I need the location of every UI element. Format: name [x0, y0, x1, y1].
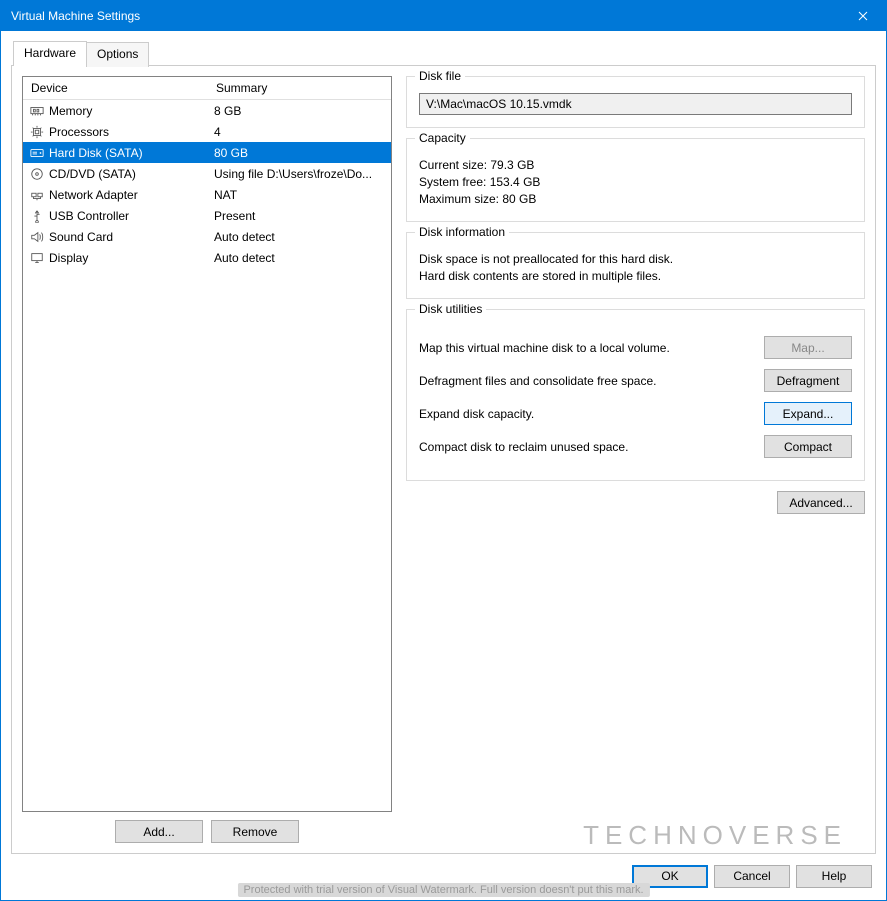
list-header: Device Summary — [23, 77, 391, 100]
vm-settings-window: Virtual Machine Settings Hardware Option… — [0, 0, 887, 901]
device-list[interactable]: Device Summary Memory8 GBProcessors4Hard… — [22, 76, 392, 812]
group-legend: Disk file — [415, 69, 465, 83]
device-row[interactable]: Network AdapterNAT — [23, 184, 391, 205]
titlebar: Virtual Machine Settings — [1, 1, 886, 31]
expand-button[interactable]: Expand... — [764, 402, 852, 425]
device-row[interactable]: Processors4 — [23, 121, 391, 142]
tab-options[interactable]: Options — [86, 42, 149, 67]
cd-icon — [29, 166, 45, 182]
device-name: Network Adapter — [49, 188, 214, 202]
device-summary: 8 GB — [214, 104, 387, 118]
device-summary: Auto detect — [214, 251, 387, 265]
device-summary: 4 — [214, 125, 387, 139]
capacity-current: Current size: 79.3 GB — [419, 158, 852, 172]
cancel-button[interactable]: Cancel — [714, 865, 790, 888]
util-defrag-label: Defragment files and consolidate free sp… — [419, 374, 764, 388]
advanced-row: Advanced... — [406, 491, 865, 514]
tab-strip: Hardware Options — [13, 41, 876, 66]
util-compact-label: Compact disk to reclaim unused space. — [419, 440, 764, 454]
sound-icon — [29, 229, 45, 245]
tab-label: Hardware — [24, 46, 76, 60]
group-legend: Disk utilities — [415, 302, 486, 316]
label: Current size: — [419, 158, 487, 172]
group-legend: Disk information — [415, 225, 509, 239]
add-device-button[interactable]: Add... — [115, 820, 203, 843]
device-summary: NAT — [214, 188, 387, 202]
label: Maximum size: — [419, 192, 499, 206]
value: 80 GB — [502, 192, 536, 206]
device-name: USB Controller — [49, 209, 214, 223]
label: System free: — [419, 175, 486, 189]
device-row[interactable]: DisplayAuto detect — [23, 247, 391, 268]
device-summary: Using file D:\Users\froze\Do... — [214, 167, 387, 181]
device-name: Sound Card — [49, 230, 214, 244]
device-row[interactable]: USB ControllerPresent — [23, 205, 391, 226]
device-name: Memory — [49, 104, 214, 118]
util-map-label: Map this virtual machine disk to a local… — [419, 341, 764, 355]
disk-file-path[interactable] — [419, 93, 852, 115]
group-legend: Capacity — [415, 131, 470, 145]
defragment-button[interactable]: Defragment — [764, 369, 852, 392]
tab-panel: Device Summary Memory8 GBProcessors4Hard… — [11, 65, 876, 854]
remove-device-button[interactable]: Remove — [211, 820, 299, 843]
value: 153.4 GB — [490, 175, 541, 189]
dialog-content: Hardware Options Device Summary Memory8 … — [1, 31, 886, 860]
map-button[interactable]: Map... — [764, 336, 852, 359]
device-name: Processors — [49, 125, 214, 139]
watermark-notice: Protected with trial version of Visual W… — [237, 883, 649, 897]
value: 79.3 GB — [490, 158, 534, 172]
device-buttons: Add... Remove — [22, 820, 392, 843]
device-summary: 80 GB — [214, 146, 387, 160]
capacity-free: System free: 153.4 GB — [419, 175, 852, 189]
device-name: Display — [49, 251, 214, 265]
close-icon — [858, 11, 868, 21]
tab-label: Options — [97, 47, 138, 61]
memory-icon — [29, 103, 45, 119]
help-button[interactable]: Help — [796, 865, 872, 888]
hdd-icon — [29, 145, 45, 161]
tab-hardware[interactable]: Hardware — [13, 41, 87, 66]
device-name: Hard Disk (SATA) — [49, 146, 214, 160]
window-title: Virtual Machine Settings — [11, 9, 840, 23]
group-disk-file: Disk file — [406, 76, 865, 128]
capacity-max: Maximum size: 80 GB — [419, 192, 852, 206]
usb-icon — [29, 208, 45, 224]
advanced-button[interactable]: Advanced... — [777, 491, 865, 514]
group-disk-info: Disk information Disk space is not preal… — [406, 232, 865, 299]
close-button[interactable] — [840, 1, 886, 31]
column-device[interactable]: Device — [23, 77, 208, 99]
group-capacity: Capacity Current size: 79.3 GB System fr… — [406, 138, 865, 222]
right-panel: Disk file Capacity Current size: 79.3 GB… — [406, 76, 865, 843]
disk-info-line: Disk space is not preallocated for this … — [419, 252, 852, 266]
display-icon — [29, 250, 45, 266]
net-icon — [29, 187, 45, 203]
compact-button[interactable]: Compact — [764, 435, 852, 458]
device-row[interactable]: CD/DVD (SATA)Using file D:\Users\froze\D… — [23, 163, 391, 184]
group-disk-utilities: Disk utilities Map this virtual machine … — [406, 309, 865, 481]
device-row[interactable]: Memory8 GB — [23, 100, 391, 121]
left-panel: Device Summary Memory8 GBProcessors4Hard… — [22, 76, 392, 843]
column-summary[interactable]: Summary — [208, 77, 391, 99]
util-expand-label: Expand disk capacity. — [419, 407, 764, 421]
device-summary: Auto detect — [214, 230, 387, 244]
cpu-icon — [29, 124, 45, 140]
device-summary: Present — [214, 209, 387, 223]
device-name: CD/DVD (SATA) — [49, 167, 214, 181]
disk-info-line: Hard disk contents are stored in multipl… — [419, 269, 852, 283]
device-row[interactable]: Hard Disk (SATA)80 GB — [23, 142, 391, 163]
device-row[interactable]: Sound CardAuto detect — [23, 226, 391, 247]
